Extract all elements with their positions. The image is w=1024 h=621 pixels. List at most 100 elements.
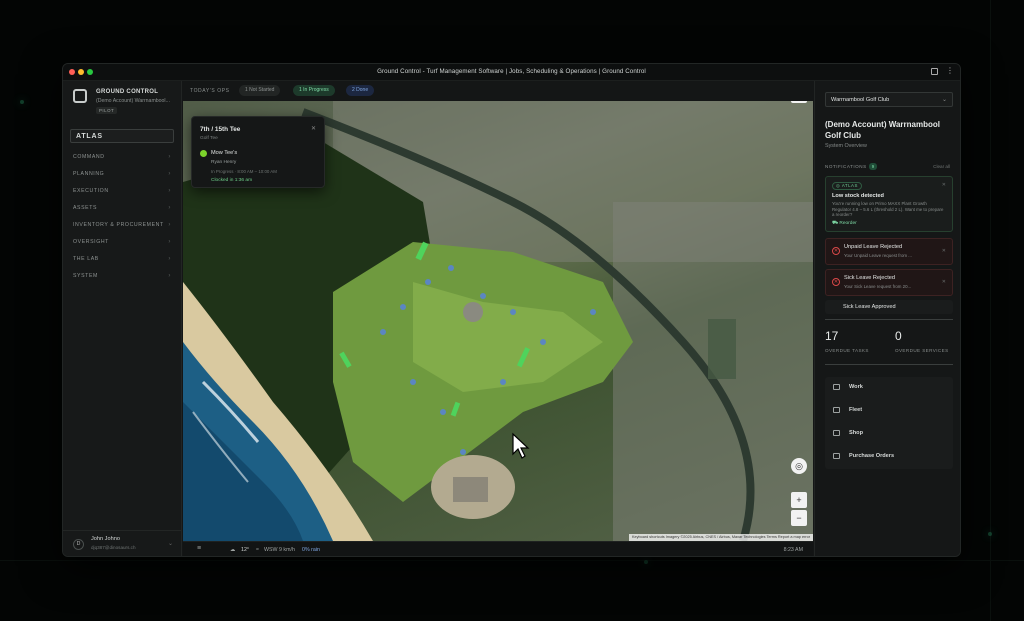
- user-menu[interactable]: D John Johno djq387@dinosaurs.ch ⌄: [63, 530, 181, 556]
- close-icon[interactable]: ✕: [942, 248, 946, 254]
- avatar: D: [73, 539, 84, 550]
- bg-grid-line: [0, 560, 1024, 561]
- plan-badge: PILOT: [96, 107, 118, 114]
- user-email: djq387@dinosaurs.ch: [91, 545, 136, 550]
- sidebar-item-label: INVENTORY & PROCUREMENT: [73, 222, 164, 228]
- chevron-right-icon: ›: [168, 273, 171, 279]
- cloud-icon: ☁: [230, 547, 236, 553]
- overdue-tasks-count[interactable]: 17: [825, 329, 838, 343]
- overdue-services-label: OVERDUE SERVICES: [895, 348, 949, 353]
- popup-assignee: Ryan Henry: [211, 160, 237, 165]
- close-icon[interactable]: ✕: [942, 182, 946, 188]
- club-select-value: Warrnambool Golf Club: [831, 97, 890, 103]
- sidebar-item-label: ASSETS: [73, 205, 98, 211]
- notification-body: Your Sick Leave request from 20...: [844, 284, 912, 289]
- map-attribution[interactable]: Keyboard shortcuts Imagery ©2025 Airbus,…: [628, 534, 813, 541]
- notification-body: You're running low on Primo MAXX Plant G…: [832, 201, 944, 218]
- zoom-out-button[interactable]: −: [791, 510, 807, 526]
- ops-bar: TODAY'S OPS 1 Not Started 1 In Progress …: [183, 81, 813, 101]
- sidebar-item-label: EXECUTION: [73, 188, 109, 194]
- close-icon[interactable]: ✕: [311, 125, 316, 132]
- sidebar-item-execution[interactable]: EXECUTION ›: [73, 183, 173, 200]
- document-icon: [833, 453, 840, 459]
- notification-title: Low stock detected: [832, 193, 884, 199]
- chevron-right-icon: ›: [168, 154, 171, 160]
- user-name: John Johno: [91, 536, 120, 542]
- zoom-in-button[interactable]: +: [791, 492, 807, 508]
- sidebar: GROUND CONTROL (Demo Account) Warrnamboo…: [63, 81, 182, 556]
- sidebar-item-oversight[interactable]: OVERSIGHT ›: [73, 234, 173, 251]
- notification-title: Unpaid Leave Rejected: [844, 244, 903, 250]
- account-name[interactable]: (Demo Account) Warrnambool...: [96, 98, 170, 104]
- more-menu-icon[interactable]: ⋮: [946, 66, 954, 75]
- cursor-icon: [512, 432, 530, 459]
- link-work[interactable]: Work: [825, 377, 953, 400]
- atlas-button[interactable]: ATLAS: [70, 129, 174, 143]
- truck-icon: [833, 407, 840, 413]
- menu-icon[interactable]: ≡: [197, 545, 201, 552]
- notification-atlas[interactable]: ◎ ATLAS ✕ Low stock detected You're runn…: [825, 176, 953, 232]
- sidebar-item-assets[interactable]: ASSETS ›: [73, 200, 173, 217]
- ops-pill-not-started[interactable]: 1 Not Started: [239, 85, 281, 96]
- atlas-tag-label: ATLAS: [841, 183, 858, 188]
- sidebar-item-system[interactable]: SYSTEM ›: [73, 268, 173, 285]
- link-fleet[interactable]: Fleet: [825, 400, 953, 423]
- link-shop[interactable]: Shop: [825, 423, 953, 446]
- title-bar: Ground Control - Turf Management Softwar…: [63, 64, 960, 81]
- chevron-right-icon: ›: [168, 171, 171, 177]
- window-title: Ground Control - Turf Management Softwar…: [377, 68, 646, 75]
- divider: [825, 364, 953, 365]
- reorder-label: Reorder: [839, 221, 857, 226]
- notification-alert[interactable]: ✕ Unpaid Leave Rejected Your Unpaid Leav…: [825, 238, 953, 265]
- link-label: Fleet: [849, 407, 863, 413]
- sidebar-item-inventory[interactable]: INVENTORY & PROCUREMENT ›: [73, 217, 173, 234]
- sidebar-item-command[interactable]: COMMAND ›: [73, 149, 173, 166]
- atlas-tag: ◎ ATLAS: [832, 182, 862, 190]
- overdue-services-count[interactable]: 0: [895, 329, 902, 343]
- brand-name: GROUND CONTROL: [96, 89, 159, 95]
- popup-clocked: Clocked in 1:36 am: [211, 178, 253, 183]
- chevron-right-icon: ›: [168, 256, 171, 262]
- notification-alert[interactable]: ✕ Sick Leave Rejected Your Sick Leave re…: [825, 269, 953, 296]
- notification-alert[interactable]: Sick Leave Approved: [825, 300, 953, 314]
- close-icon[interactable]: ✕: [942, 279, 946, 285]
- rejected-icon: ✕: [832, 278, 840, 286]
- quick-links: Work Fleet Shop Purchase Orders: [825, 377, 953, 469]
- ops-pill-done[interactable]: 2 Done: [346, 85, 375, 96]
- notification-title: Sick Leave Rejected: [844, 275, 895, 281]
- app-window: Ground Control - Turf Management Softwar…: [62, 63, 961, 557]
- link-label: Shop: [849, 430, 863, 436]
- notification-body: Your Unpaid Leave request from ...: [844, 253, 912, 258]
- club-select[interactable]: Warrnambool Golf Club ⌄: [825, 92, 953, 107]
- clear-all-button[interactable]: Clear all: [933, 164, 950, 169]
- link-purchase-orders[interactable]: Purchase Orders: [825, 446, 953, 469]
- ops-label: TODAY'S OPS: [190, 88, 230, 94]
- chevron-right-icon: ›: [168, 222, 171, 228]
- extension-icon[interactable]: [931, 68, 938, 75]
- sidebar-nav: COMMAND › PLANNING › EXECUTION › ASSETS › IN…: [73, 149, 173, 285]
- link-label: Purchase Orders: [849, 453, 895, 459]
- right-panel: Warrnambool Golf Club ⌄ (Demo Account) W…: [814, 81, 960, 556]
- status-dot-icon: [200, 150, 207, 157]
- popup-title: 7th / 15th Tee: [200, 126, 241, 133]
- bg-glow-dot: [20, 100, 24, 104]
- reorder-button[interactable]: ⛟ Reorder: [832, 221, 857, 227]
- divider: [825, 319, 953, 320]
- bg-grid-line: [990, 0, 991, 621]
- rejected-icon: ✕: [832, 247, 840, 255]
- satellite-map[interactable]: 7th / 15th Tee Golf Tee ✕ Mow Tee's Ryan…: [183, 82, 813, 541]
- chevron-down-icon: ⌄: [941, 97, 947, 103]
- wind-icon: ≈: [256, 547, 259, 553]
- sidebar-item-the-lab[interactable]: THE LAB ›: [73, 251, 173, 268]
- shop-icon: [833, 430, 840, 436]
- club-title: (Demo Account) Warrnambool Golf Club: [825, 120, 940, 140]
- pill-label: 2 Done: [352, 87, 369, 93]
- sidebar-item-label: COMMAND: [73, 154, 105, 160]
- ops-pill-in-progress[interactable]: 1 In Progress: [293, 85, 335, 96]
- notifications-label: NOTIFICATIONS: [825, 164, 867, 169]
- popup-task[interactable]: Mow Tee's: [211, 150, 237, 156]
- weather-rain: 0% rain: [302, 547, 320, 553]
- locate-icon[interactable]: ◎: [791, 458, 807, 474]
- pill-label: 1 In Progress: [299, 87, 329, 93]
- sidebar-item-planning[interactable]: PLANNING ›: [73, 166, 173, 183]
